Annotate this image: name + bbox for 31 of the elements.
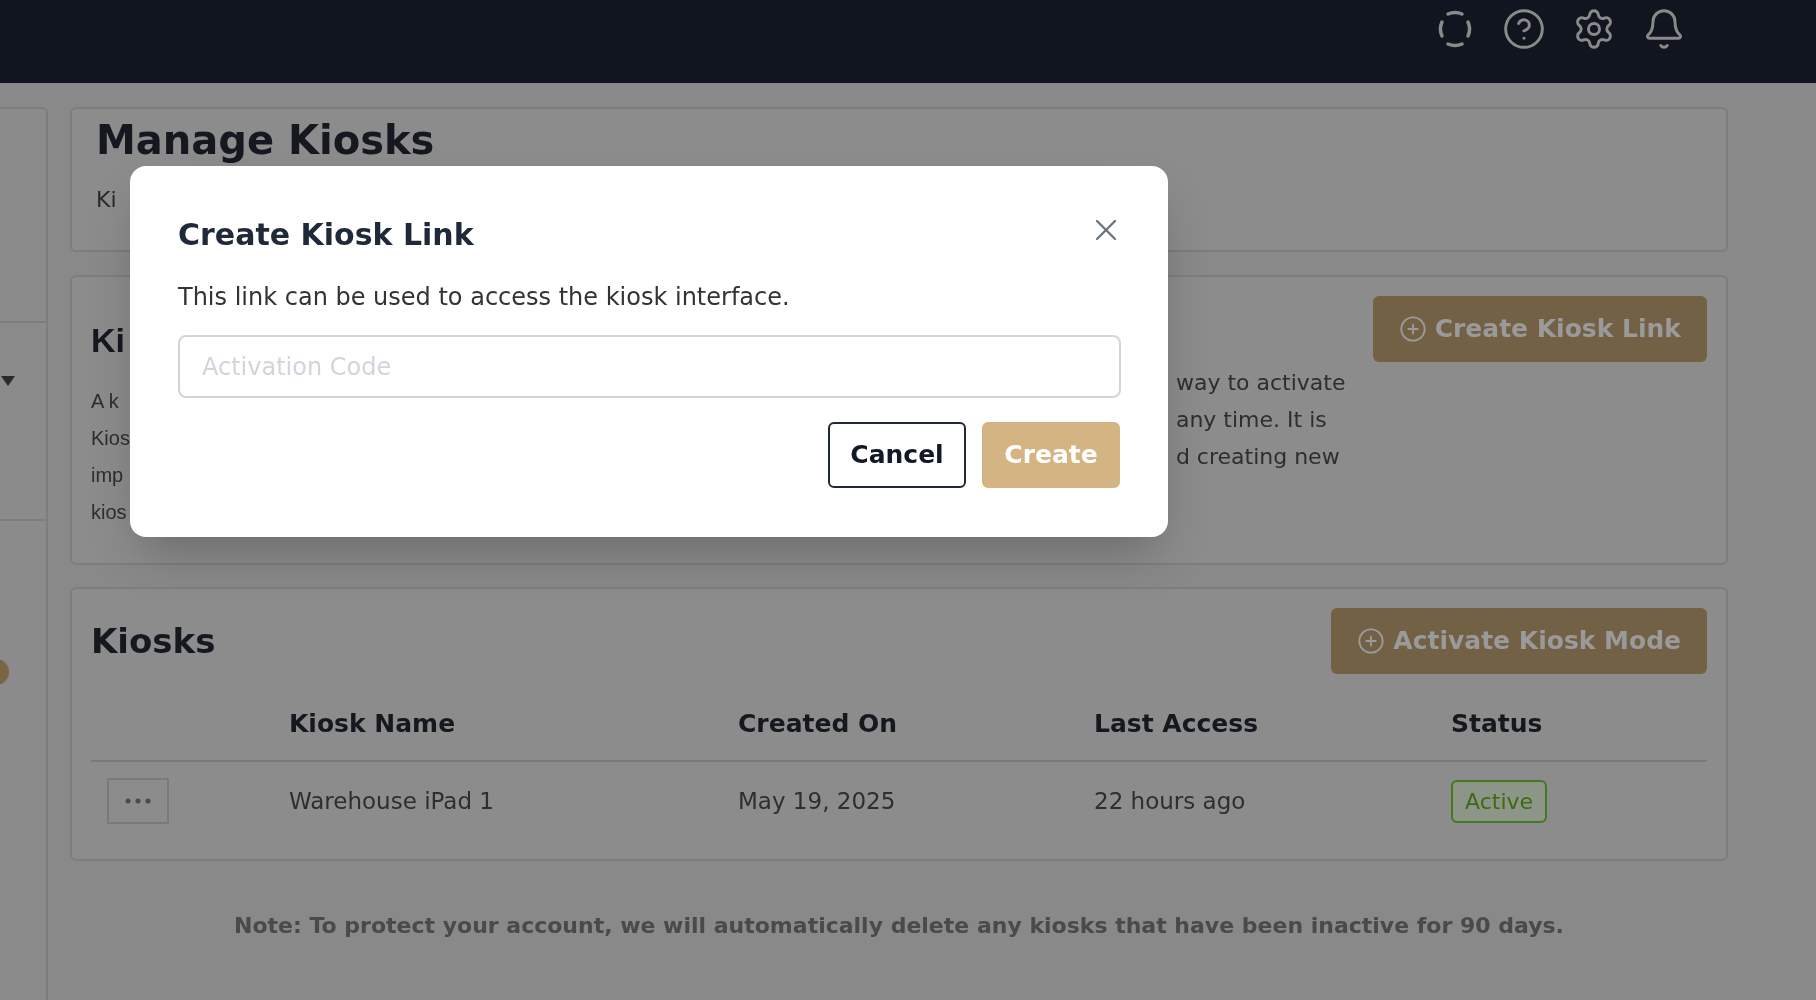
description-fragment: kios: [91, 500, 127, 525]
plus-circle-icon: [1357, 627, 1386, 655]
cancel-button[interactable]: Cancel: [828, 422, 966, 488]
column-header: Status: [1451, 707, 1543, 740]
description-fragment: d creating new: [1175, 443, 1340, 471]
description-fragment: Kios: [91, 426, 130, 451]
plus-circle-icon: [1398, 315, 1427, 343]
column-header: Kiosk Name: [289, 707, 456, 740]
section-heading: Kiosks: [91, 619, 216, 663]
dialog-title: Create Kiosk Link: [178, 216, 474, 254]
dialog-description: This link can be used to access the kiosk interface.: [178, 282, 790, 313]
column-header: Created On: [738, 707, 898, 740]
status-badge: Active: [1451, 779, 1548, 823]
dropdown-triangle-icon[interactable]: [0, 375, 16, 387]
note-text: Note: To protect your account, we will automatically delete any kiosks that have been inactive for 90 days.: [234, 912, 1564, 940]
page-subtitle: Ki: [96, 186, 117, 214]
help-icon[interactable]: [1502, 6, 1546, 51]
description-fragment: any time. It is: [1175, 406, 1327, 434]
column-header: Last Access: [1094, 707, 1259, 740]
create-kiosk-link-button[interactable]: Create Kiosk Link: [1372, 296, 1707, 362]
table-cell-text: 22 hours ago: [1094, 786, 1246, 816]
page-title: Manage Kiosks: [96, 117, 435, 163]
ellipsis-icon: [125, 798, 151, 804]
description-fragment: way to activate: [1175, 369, 1346, 397]
activate-kiosk-mode-button[interactable]: Activate Kiosk Mode: [1331, 608, 1707, 674]
description-fragment: imp: [91, 463, 124, 488]
description-fragment: A k: [91, 389, 119, 414]
table-cell-text: May 19, 2025: [738, 786, 896, 816]
table-cell-text: Warehouse iPad 1: [289, 786, 494, 816]
create-button[interactable]: Create: [982, 422, 1120, 488]
section-heading: Ki: [91, 320, 125, 361]
